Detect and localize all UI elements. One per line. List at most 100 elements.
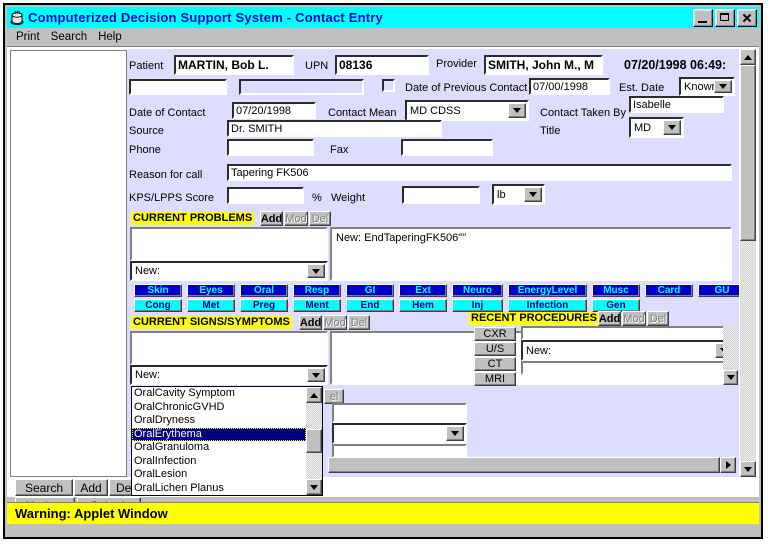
symptom-scroll-track-bottom[interactable]: [306, 453, 322, 479]
est-date-select[interactable]: Knowr: [679, 77, 735, 96]
category-resp-button[interactable]: Resp: [293, 284, 341, 297]
previous-contact-checkbox[interactable]: [382, 79, 395, 92]
list-item[interactable]: OralLesion: [132, 468, 306, 482]
current-signs-mod-button[interactable]: Mod: [323, 315, 347, 330]
unlabeled-field-2[interactable]: [239, 79, 364, 95]
chevron-down-icon[interactable]: [446, 426, 464, 441]
list-item-selected[interactable]: OralErythema: [132, 427, 306, 441]
inner-hscroll-thumb[interactable]: [328, 457, 720, 473]
category-gi-button[interactable]: GI: [346, 284, 394, 297]
minimize-button[interactable]: [693, 8, 713, 27]
procedure-ct-button[interactable]: CT: [474, 357, 516, 371]
vscroll-thumb[interactable]: [740, 65, 756, 241]
kps-field[interactable]: [227, 187, 304, 204]
current-signs-select[interactable]: New:: [130, 365, 328, 385]
hidden-field[interactable]: [332, 403, 467, 423]
list-item[interactable]: OralChronicGVHD: [132, 401, 306, 415]
category-energylevel-button[interactable]: EnergyLevel: [508, 284, 587, 297]
add-button[interactable]: Add: [74, 479, 108, 496]
category-ment-button[interactable]: Ment: [293, 299, 341, 312]
provider-field[interactable]: SMITH, John M., M: [484, 55, 603, 75]
chevron-down-icon[interactable]: [524, 187, 542, 202]
list-item[interactable]: OralGranuloma: [132, 441, 306, 455]
category-card-button[interactable]: Card: [645, 284, 693, 297]
inner-horizontal-scrollbar[interactable]: [328, 457, 736, 473]
recent-procedures-add-button[interactable]: Add: [598, 311, 621, 326]
title-select[interactable]: MD: [629, 117, 684, 138]
current-signs-del-button[interactable]: Del: [348, 315, 370, 330]
list-item[interactable]: OralCavity Symptom: [132, 387, 306, 401]
chevron-down-icon[interactable]: [714, 80, 732, 93]
chevron-down-icon[interactable]: [663, 120, 681, 135]
hidden-del-button[interactable]: el: [324, 389, 344, 404]
contact-taken-by-field[interactable]: Isabelle: [629, 96, 724, 113]
category-met-button[interactable]: Met: [187, 299, 235, 312]
recent-procedures-del-button[interactable]: Del: [647, 311, 669, 326]
procedure-us-button[interactable]: U/S: [474, 342, 516, 356]
scroll-down-button[interactable]: [740, 461, 756, 477]
current-problems-list[interactable]: [130, 227, 328, 261]
current-problems-add-button[interactable]: Add: [260, 211, 283, 226]
current-signs-add-button[interactable]: Add: [299, 315, 322, 330]
category-infection-button[interactable]: Infection: [508, 299, 587, 312]
category-cong-button[interactable]: Cong: [134, 299, 182, 312]
recent-procedures-select[interactable]: New:: [521, 340, 736, 361]
category-musc-button[interactable]: Musc: [592, 284, 640, 297]
procedure-mri-button[interactable]: MRI: [474, 372, 516, 386]
contact-mean-select[interactable]: MD CDSS: [405, 100, 529, 121]
current-signs-list[interactable]: [130, 331, 328, 365]
symptom-list-scrollbar[interactable]: [306, 387, 322, 495]
symptom-scroll-thumb[interactable]: [306, 429, 322, 453]
symptom-scroll-up-button[interactable]: [306, 387, 322, 403]
weight-unit-select[interactable]: lb: [492, 184, 545, 205]
category-oral-button[interactable]: Oral: [240, 284, 288, 297]
menu-help[interactable]: Help: [95, 30, 130, 44]
inner-vertical-scrollbar[interactable]: [723, 325, 738, 385]
scroll-up-button[interactable]: [740, 49, 756, 65]
close-button[interactable]: [737, 8, 757, 27]
chevron-down-icon[interactable]: [307, 264, 325, 278]
list-item[interactable]: OralDryness: [132, 414, 306, 428]
symptom-list[interactable]: OralCavity Symptom OralChronicGVHD OralD…: [132, 387, 306, 495]
hidden-select[interactable]: [332, 423, 467, 444]
inner-scroll-down-button[interactable]: [723, 370, 738, 385]
reason-for-call-field[interactable]: Tapering FK506: [227, 164, 732, 181]
search-button[interactable]: Search: [15, 479, 73, 496]
patient-field[interactable]: MARTIN, Bob L.: [174, 55, 294, 75]
category-end-button[interactable]: End: [346, 299, 394, 312]
inner-scroll-right-button[interactable]: [720, 457, 736, 473]
phone-field[interactable]: [227, 139, 314, 156]
category-ext-button[interactable]: Ext: [399, 284, 447, 297]
current-problems-mod-button[interactable]: Mod: [284, 211, 308, 226]
maximize-button[interactable]: [715, 8, 735, 27]
category-inj-button[interactable]: Inj: [452, 299, 503, 312]
previous-contact-date-field[interactable]: 07/00/1998: [529, 78, 610, 95]
menu-print[interactable]: Print: [13, 30, 48, 44]
menu-search[interactable]: Search: [48, 30, 95, 44]
category-eyes-button[interactable]: Eyes: [187, 284, 235, 297]
procedure-cxr-button[interactable]: CXR: [474, 327, 516, 341]
inner-scrollbar-track[interactable]: [723, 325, 738, 370]
recent-procedures-field[interactable]: [521, 326, 736, 340]
category-skin-button[interactable]: Skin: [134, 284, 182, 297]
source-field[interactable]: Dr. SMITH: [227, 120, 442, 137]
list-item[interactable]: OralLichen Planus: [132, 482, 306, 496]
category-gu-button[interactable]: GU: [698, 284, 739, 297]
category-hem-button[interactable]: Hem: [399, 299, 447, 312]
chevron-down-icon[interactable]: [508, 103, 526, 118]
main-vertical-scrollbar[interactable]: [740, 49, 756, 477]
vscroll-track[interactable]: [740, 241, 756, 461]
weight-field[interactable]: [402, 186, 480, 204]
unlabeled-field-1[interactable]: [129, 79, 227, 95]
recent-procedures-mod-button[interactable]: Mod: [622, 311, 646, 326]
symptom-dropdown-popup[interactable]: OralCavity Symptom OralChronicGVHD OralD…: [131, 386, 323, 496]
symptom-scroll-down-button[interactable]: [306, 479, 322, 495]
date-of-contact-field[interactable]: 07/20/1998: [232, 102, 316, 119]
current-problems-select[interactable]: New:: [130, 261, 328, 281]
current-problems-del-button[interactable]: Del: [309, 211, 331, 226]
upn-field[interactable]: 08136: [335, 55, 429, 75]
symptom-scroll-track-top[interactable]: [306, 403, 322, 429]
fax-field[interactable]: [401, 139, 493, 156]
category-preg-button[interactable]: Preg: [240, 299, 288, 312]
category-neuro-button[interactable]: Neuro: [452, 284, 503, 297]
